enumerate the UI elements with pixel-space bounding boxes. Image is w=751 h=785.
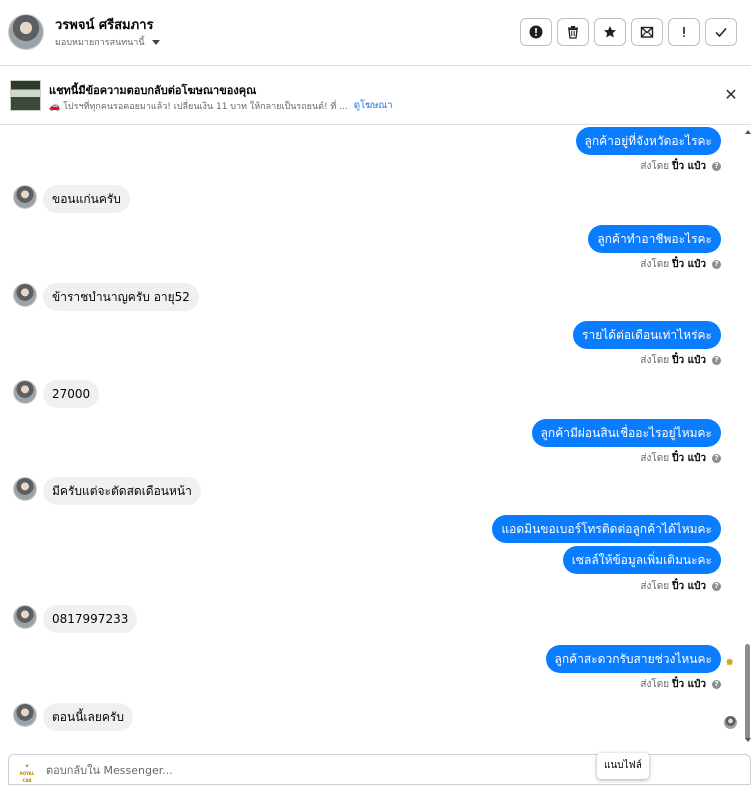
- composer-logo-text: ROYAL CAR: [19, 771, 35, 783]
- sender-name: ปิ๋ว แป๋ว: [672, 679, 706, 690]
- info-icon[interactable]: ?: [712, 260, 721, 269]
- exclamation-icon: [683, 27, 685, 37]
- trash-icon: [568, 26, 578, 39]
- incoming-message[interactable]: ข้าราชบำนาญครับ อายุ52: [43, 283, 199, 311]
- customer-avatar-small: [13, 477, 37, 501]
- close-icon[interactable]: ✕: [723, 87, 739, 103]
- sent-by-label: ส่งโดย ปิ๋ว แป๋ว?: [640, 257, 721, 272]
- info-icon[interactable]: ?: [712, 680, 721, 689]
- see-ad-link[interactable]: ดูโฆษณา: [354, 98, 393, 113]
- alert-circle-icon: [529, 25, 543, 39]
- mark-done-button[interactable]: [705, 18, 737, 46]
- sent-by-label: ส่งโดย ปิ๋ว แป๋ว?: [640, 353, 721, 368]
- follow-up-button[interactable]: [668, 18, 700, 46]
- sent-by-label: ส่งโดย ปิ๋ว แป๋ว?: [640, 159, 721, 174]
- sender-name: ปิ๋ว แป๋ว: [672, 355, 706, 366]
- customer-avatar-small: [13, 703, 37, 727]
- sender-name: ปิ๋ว แป๋ว: [672, 453, 706, 464]
- mail-icon: [640, 26, 654, 38]
- delete-button[interactable]: [557, 18, 589, 46]
- incoming-message[interactable]: ขอนแก่นครับ: [43, 185, 130, 213]
- assign-label: มอบหมายการสนทนานี้: [55, 38, 145, 48]
- ad-banner-description: 🚗 โปรฯที่ทุกคนรอคอยมาแล้ว! เปลี่ยนเงิน 1…: [49, 98, 393, 113]
- sent-by-prefix: ส่งโดย: [640, 161, 670, 172]
- page-logo-icon: ✸: [725, 656, 735, 669]
- message-scrollbar[interactable]: [744, 126, 751, 746]
- info-icon[interactable]: ?: [712, 356, 721, 365]
- incoming-message[interactable]: 27000: [43, 380, 100, 408]
- scroll-up-icon[interactable]: [745, 130, 751, 134]
- scrollbar-thumb[interactable]: [745, 644, 750, 740]
- customer-avatar-small: [13, 380, 37, 404]
- attach-file-tooltip: แนบไฟล์: [597, 753, 649, 779]
- incoming-message[interactable]: ตอนนี้เลยครับ: [43, 703, 133, 731]
- sender-name: ปิ๋ว แป๋ว: [672, 259, 706, 270]
- outgoing-message[interactable]: ลูกค้าสะดวกรับสายช่วงไหนคะ: [545, 645, 721, 673]
- sent-by-label: ส่งโดย ปิ๋ว แป๋ว?: [640, 451, 721, 466]
- info-icon[interactable]: ?: [712, 162, 721, 171]
- caret-down-icon: [151, 39, 160, 45]
- sent-by-label: ส่งโดย ปิ๋ว แป๋ว?: [640, 579, 721, 594]
- outgoing-message[interactable]: ลูกค้ามีผ่อนสินเชื่ออะไรอยู่ไหมคะ: [531, 419, 721, 447]
- sent-by-prefix: ส่งโดย: [640, 259, 670, 270]
- header-actions: [520, 18, 737, 46]
- customer-avatar-small: [13, 185, 37, 209]
- sent-by-prefix: ส่งโดย: [640, 679, 670, 690]
- incoming-message[interactable]: มีครับแต่จะตัดสดเดือนหน้า: [43, 477, 201, 505]
- outgoing-message[interactable]: ลูกค้าอยู่ที่จังหวัดอะไรคะ: [575, 127, 721, 155]
- conversation-header: วรพจน์ ศรีสมภาร มอบหมายการสนทนานี้: [0, 0, 751, 66]
- outgoing-message[interactable]: ลูกค้าทำอาชีพอะไรคะ: [588, 225, 721, 253]
- sender-name: ปิ๋ว แป๋ว: [672, 161, 706, 172]
- outgoing-message[interactable]: แอดมินขอเบอร์โทรติดต่อลูกค้าได้ไหมคะ: [492, 515, 721, 543]
- info-icon[interactable]: ?: [712, 454, 721, 463]
- reply-input[interactable]: [46, 761, 546, 779]
- ad-description-text: 🚗 โปรฯที่ทุกคนรอคอยมาแล้ว! เปลี่ยนเงิน 1…: [49, 101, 348, 112]
- ad-banner-title: แชทนี้มีข้อความตอบกลับต่อโฆษณาของคุณ: [49, 84, 257, 97]
- customer-name[interactable]: วรพจน์ ศรีสมภาร: [55, 14, 153, 35]
- ad-reply-banner: แชทนี้มีข้อความตอบกลับต่อโฆษณาของคุณ 🚗 โ…: [0, 67, 751, 125]
- customer-avatar-small: [13, 605, 37, 629]
- outgoing-message[interactable]: เซลล์ให้ข้อมูลเพิ่มเติมนะคะ: [562, 546, 721, 574]
- customer-avatar[interactable]: [8, 14, 44, 50]
- seen-indicator-avatar: [724, 716, 737, 729]
- assign-conversation-dropdown[interactable]: มอบหมายการสนทนานี้: [55, 35, 160, 49]
- sent-by-prefix: ส่งโดย: [640, 355, 670, 366]
- sent-by-prefix: ส่งโดย: [640, 581, 670, 592]
- sent-by-prefix: ส่งโดย: [640, 453, 670, 464]
- outgoing-message[interactable]: รายได้ต่อเดือนเท่าไหร่คะ: [573, 321, 721, 349]
- page-logo-icon: ✦ ROYAL CAR: [19, 763, 35, 783]
- sender-name: ปิ๋ว แป๋ว: [672, 581, 706, 592]
- sent-by-label: ส่งโดย ปิ๋ว แป๋ว?: [640, 677, 721, 692]
- mark-spam-button[interactable]: [520, 18, 552, 46]
- ad-thumbnail[interactable]: [10, 80, 41, 111]
- star-button[interactable]: [594, 18, 626, 46]
- star-icon: [604, 26, 616, 38]
- incoming-message[interactable]: 0817997233: [43, 605, 138, 633]
- scroll-down-icon[interactable]: [745, 738, 751, 742]
- mark-unread-button[interactable]: [631, 18, 663, 46]
- info-icon[interactable]: ?: [712, 582, 721, 591]
- customer-avatar-small: [13, 283, 37, 307]
- check-icon: [715, 28, 727, 38]
